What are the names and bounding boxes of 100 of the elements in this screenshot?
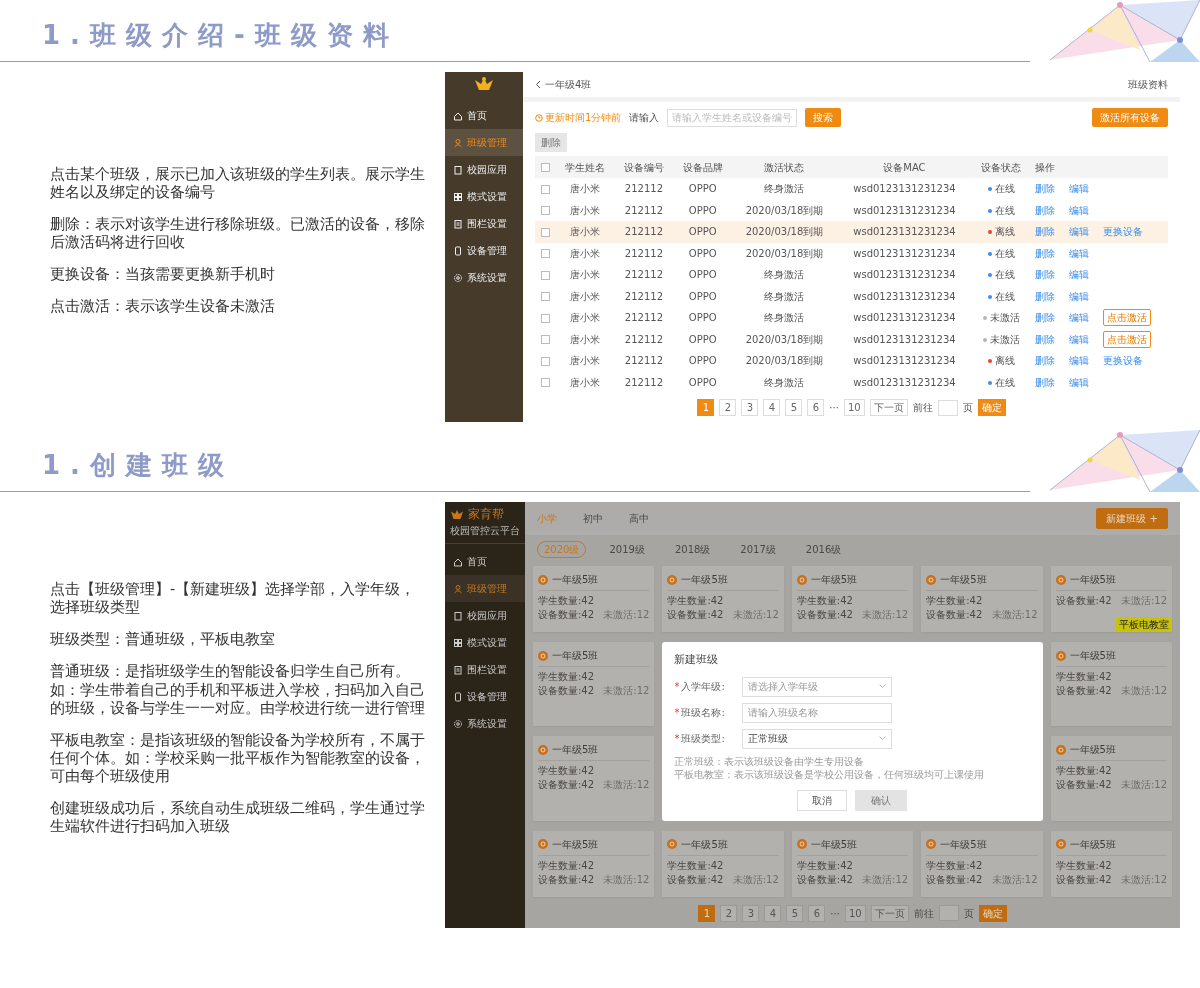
select-field[interactable]: 正常班级	[742, 728, 893, 749]
page-button[interactable]: 10	[844, 904, 866, 922]
action-link[interactable]: 编辑	[1069, 183, 1090, 195]
checkbox[interactable]	[540, 356, 550, 366]
checkbox[interactable]	[540, 163, 550, 172]
sidebar-item[interactable]: 设备管理	[445, 683, 525, 710]
sidebar-item[interactable]: 设备管理	[445, 237, 523, 264]
sidebar-item[interactable]: 班级管理	[445, 575, 525, 602]
page-button[interactable]: 1	[698, 904, 716, 922]
input-field[interactable]: 请输入班级名称	[742, 702, 893, 723]
new-class-button[interactable]: 新建班级 +	[1096, 508, 1168, 529]
year-tab[interactable]: 2016级	[798, 541, 849, 558]
checkbox[interactable]	[540, 270, 550, 280]
checkbox[interactable]	[540, 378, 550, 388]
delete-button[interactable]: 删除	[535, 133, 567, 152]
cancel-button[interactable]: 取消	[797, 789, 848, 811]
checkbox[interactable]	[540, 184, 550, 194]
sidebar-item[interactable]: 围栏设置	[445, 656, 525, 683]
checkbox[interactable]	[540, 292, 550, 302]
sidebar-item[interactable]: 班级管理	[445, 129, 523, 156]
page-button[interactable]: 4	[764, 904, 782, 922]
activate-button[interactable]: 点击激活	[1103, 330, 1152, 348]
year-tab[interactable]: 2017级	[733, 541, 783, 558]
replace-device-link[interactable]: 更换设备	[1103, 355, 1144, 367]
action-link[interactable]: 编辑	[1069, 333, 1090, 345]
page-button[interactable]: 3	[742, 904, 760, 922]
checkbox[interactable]	[540, 227, 550, 237]
sidebar-item[interactable]: 模式设置	[445, 629, 525, 656]
class-card[interactable]: 一年级5班 设备数量:42 未激活:12 平板电教室	[1050, 566, 1172, 632]
sidebar-item[interactable]: 校园应用	[445, 156, 523, 183]
year-tab[interactable]: 2018级	[667, 541, 718, 558]
class-card[interactable]: 一年级5班 学生数量:42 设备数量:42 未激活:12	[533, 736, 655, 821]
class-card[interactable]: 一年级5班 学生数量:42 设备数量:42 未激活:12	[533, 830, 655, 897]
page-button[interactable]: 5	[786, 904, 804, 922]
class-icon	[538, 839, 548, 849]
class-card[interactable]: 一年级5班 学生数量:42 设备数量:42 未激活:12	[1050, 830, 1172, 897]
activate-all-button[interactable]: 激活所有设备	[1092, 108, 1168, 127]
activate-button[interactable]: 点击激活	[1103, 309, 1152, 327]
sidebar-item[interactable]: 模式设置	[445, 183, 523, 210]
profile-link[interactable]: 班级资料	[1128, 77, 1168, 92]
sidebar-item[interactable]: 系统设置	[445, 264, 523, 291]
action-link[interactable]: 编辑	[1069, 269, 1090, 281]
table-cell: 212112	[624, 355, 663, 367]
class-card[interactable]: 一年级5班 学生数量:42 设备数量:42 未激活:12	[791, 830, 914, 897]
page-button[interactable]: 2	[720, 904, 738, 922]
class-card[interactable]: 一年级5班 学生数量:42 设备数量:42 未激活:12	[533, 566, 655, 632]
year-tab[interactable]: 2019级	[602, 541, 652, 558]
page-button[interactable]: 1	[697, 399, 715, 416]
sidebar-item[interactable]: 围栏设置	[445, 210, 523, 237]
action-link[interactable]: 删除	[1034, 247, 1055, 259]
class-card[interactable]: 一年级5班 学生数量:42 设备数量:42 未激活:12	[662, 566, 784, 632]
page-button[interactable]: 6	[807, 399, 825, 416]
search-button[interactable]: 搜索	[805, 108, 842, 127]
action-link[interactable]: 编辑	[1069, 204, 1090, 216]
checkbox[interactable]	[540, 335, 550, 345]
device-count: 设备数量:42	[1055, 684, 1112, 698]
action-link[interactable]: 删除	[1034, 269, 1055, 281]
page-button[interactable]: 10	[843, 399, 865, 416]
stage-tab[interactable]: 高中	[629, 511, 649, 526]
page-button[interactable]: 5	[785, 399, 803, 416]
class-card[interactable]: 一年级5班 学生数量:42 设备数量:42 未激活:12	[1050, 642, 1172, 727]
action-link[interactable]: 删除	[1034, 376, 1055, 388]
action-link[interactable]: 删除	[1034, 333, 1055, 345]
class-card[interactable]: 一年级5班 学生数量:42 设备数量:42 未激活:12	[533, 642, 655, 727]
next-page-button[interactable]: 下一页	[869, 399, 908, 416]
action-link[interactable]: 编辑	[1069, 376, 1090, 388]
table-row-highlight[interactable]: 唐小米 212112 OPPO 2020/03/18到期 wsd0123131231234 离线 删除 编辑 更换设备	[535, 221, 1168, 243]
action-link[interactable]: 删除	[1034, 290, 1055, 302]
sidebar-item[interactable]: 校园应用	[445, 602, 525, 629]
class-card[interactable]: 一年级5班 学生数量:42 设备数量:42 未激活:12	[921, 830, 1043, 897]
class-card[interactable]: 一年级5班 学生数量:42 设备数量:42 未激活:12	[1050, 736, 1172, 821]
action-link[interactable]: 删除	[1034, 312, 1055, 324]
stage-tab[interactable]: 初中	[583, 511, 603, 526]
select-field[interactable]: 请选择入学年级	[742, 676, 893, 697]
action-link[interactable]: 编辑	[1069, 355, 1090, 367]
action-link[interactable]: 删除	[1034, 204, 1055, 216]
checkbox[interactable]	[540, 313, 550, 323]
action-link[interactable]: 编辑	[1069, 247, 1090, 259]
action-link[interactable]: 删除	[1034, 355, 1055, 367]
back-icon[interactable]	[535, 80, 541, 89]
class-card[interactable]: 一年级5班 学生数量:42 设备数量:42 未激活:12	[662, 830, 784, 897]
action-link[interactable]: 编辑	[1069, 312, 1090, 324]
search-field[interactable]: 请输入学生姓名或设备编号	[667, 108, 798, 127]
page-button[interactable]: 2	[719, 399, 737, 416]
student-count: 学生数量:42	[926, 858, 983, 873]
sidebar-item[interactable]: 首页	[445, 548, 525, 575]
table-cell: 2020/03/18到期	[745, 333, 824, 345]
action-link[interactable]: 编辑	[1069, 290, 1090, 302]
class-card[interactable]: 一年级5班 学生数量:42 设备数量:42 未激活:12	[921, 566, 1043, 632]
confirm-button[interactable]: 确定	[977, 399, 1006, 416]
sidebar-item[interactable]: 系统设置	[445, 710, 525, 737]
confirm-button[interactable]: 确定	[978, 904, 1007, 922]
page-button[interactable]: 6	[808, 904, 826, 922]
sidebar-item[interactable]: 首页	[445, 102, 523, 129]
page-button[interactable]: 4	[763, 399, 781, 416]
checkbox[interactable]	[540, 206, 550, 216]
action-link[interactable]: 删除	[1034, 183, 1055, 195]
checkbox[interactable]	[540, 249, 550, 259]
page-button[interactable]: 3	[741, 399, 759, 416]
class-card[interactable]: 一年级5班 学生数量:42 设备数量:42 未激活:12	[791, 566, 914, 632]
